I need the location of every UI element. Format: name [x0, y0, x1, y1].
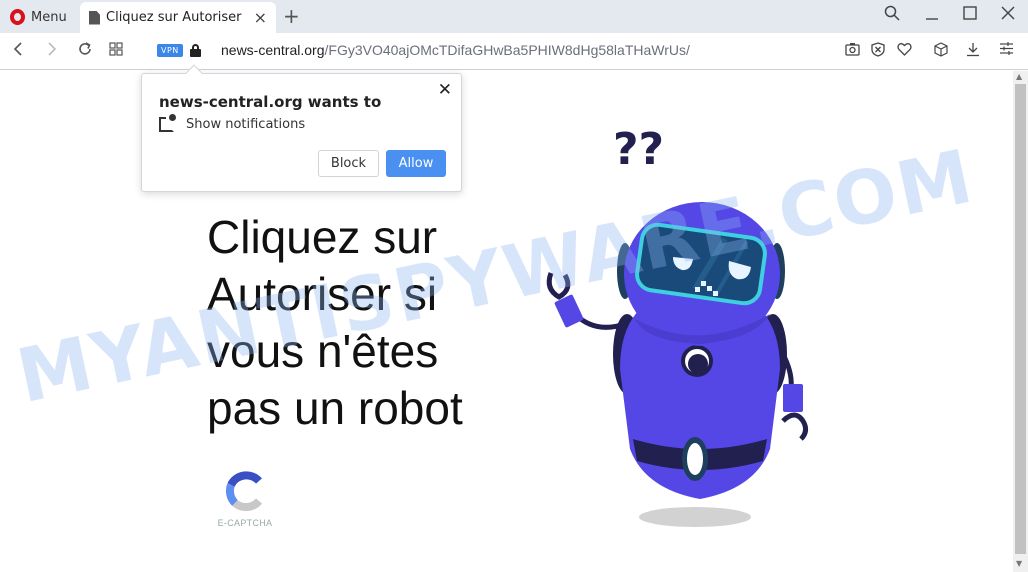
scroll-down-arrow-icon[interactable]: ▼ [1016, 559, 1022, 568]
permission-label: Show notifications [186, 117, 306, 132]
robot-right-claw [781, 412, 809, 441]
document-icon [89, 10, 100, 25]
forward-button[interactable] [47, 41, 57, 62]
popup-close-button[interactable]: ✕ [438, 80, 452, 100]
tab-active[interactable]: Cliquez sur Autoriser si vous n'êtes pas… [80, 2, 276, 33]
allow-button[interactable]: Allow [386, 150, 446, 177]
headline-line: vous n'êtes [207, 325, 439, 377]
robot-illustration: ?? [546, 124, 809, 527]
notification-icon [159, 114, 176, 132]
close-window-button[interactable] [1001, 5, 1015, 24]
heart-icon[interactable] [897, 42, 912, 60]
shield-block-icon[interactable] [871, 42, 885, 61]
tab-title: Cliquez sur Autoriser si vous n'êtes pas… [106, 10, 246, 25]
popup-title: news-central.org wants to [159, 93, 382, 111]
opera-logo-icon [10, 9, 25, 25]
captcha-label: E-CAPTCHA [217, 518, 273, 528]
new-tab-button[interactable]: + [283, 4, 300, 28]
vpn-badge[interactable]: VPN [157, 44, 183, 57]
scroll-up-arrow-icon[interactable]: ▲ [1016, 72, 1022, 81]
captcha-c-icon [225, 471, 263, 511]
robot-right-wrist [783, 384, 803, 412]
reload-button[interactable] [77, 41, 93, 62]
speed-dial-button[interactable] [109, 41, 123, 61]
tab-close-button[interactable]: × [254, 8, 267, 27]
block-button[interactable]: Block [318, 150, 379, 177]
url-domain: news-central.org [221, 42, 325, 58]
settings-sliders-icon[interactable] [1000, 42, 1013, 59]
tab-bar: Menu Cliquez sur Autoriser si vous n'ête… [0, 0, 1028, 33]
headline-line: pas un robot [207, 382, 463, 434]
url-field[interactable]: news-central.org/FGy3VO40ajOMcTDifaGHwBa… [221, 42, 690, 58]
download-icon[interactable] [966, 42, 980, 61]
cube-icon[interactable] [934, 42, 948, 61]
camera-icon[interactable] [845, 42, 860, 60]
url-path: /FGy3VO40ajOMcTDifaGHwBa5PHIW8dHg58laTHa… [324, 42, 690, 58]
robot-left-claw [546, 272, 571, 300]
robot-belt-light [687, 443, 703, 475]
minimize-button[interactable] [925, 2, 939, 26]
question-marks: ?? [613, 124, 664, 175]
headline-line: Autoriser si [207, 268, 438, 320]
robot-mouth [701, 281, 706, 286]
headline: Cliquez sur Autoriser si vous n'êtes pas… [207, 209, 507, 437]
maximize-button[interactable] [963, 5, 977, 24]
notification-permission-popup: news-central.org wants to ✕ Show notific… [141, 64, 462, 192]
back-button[interactable] [13, 41, 23, 62]
search-tabs-icon[interactable] [884, 5, 900, 25]
permission-row: Show notifications [159, 114, 306, 132]
robot-shadow [639, 507, 751, 527]
menu-label: Menu [31, 9, 67, 25]
address-bar: VPN news-central.org/FGy3VO40ajOMcTDifaG… [0, 33, 1028, 70]
vertical-scrollbar[interactable]: ▲ ▼ [1013, 71, 1028, 572]
captcha-logo: E-CAPTCHA [214, 471, 276, 528]
headline-line: Cliquez sur [207, 211, 438, 263]
lock-icon[interactable] [190, 44, 201, 57]
opera-menu-button[interactable]: Menu [10, 7, 67, 27]
scrollbar-thumb[interactable] [1015, 84, 1026, 554]
